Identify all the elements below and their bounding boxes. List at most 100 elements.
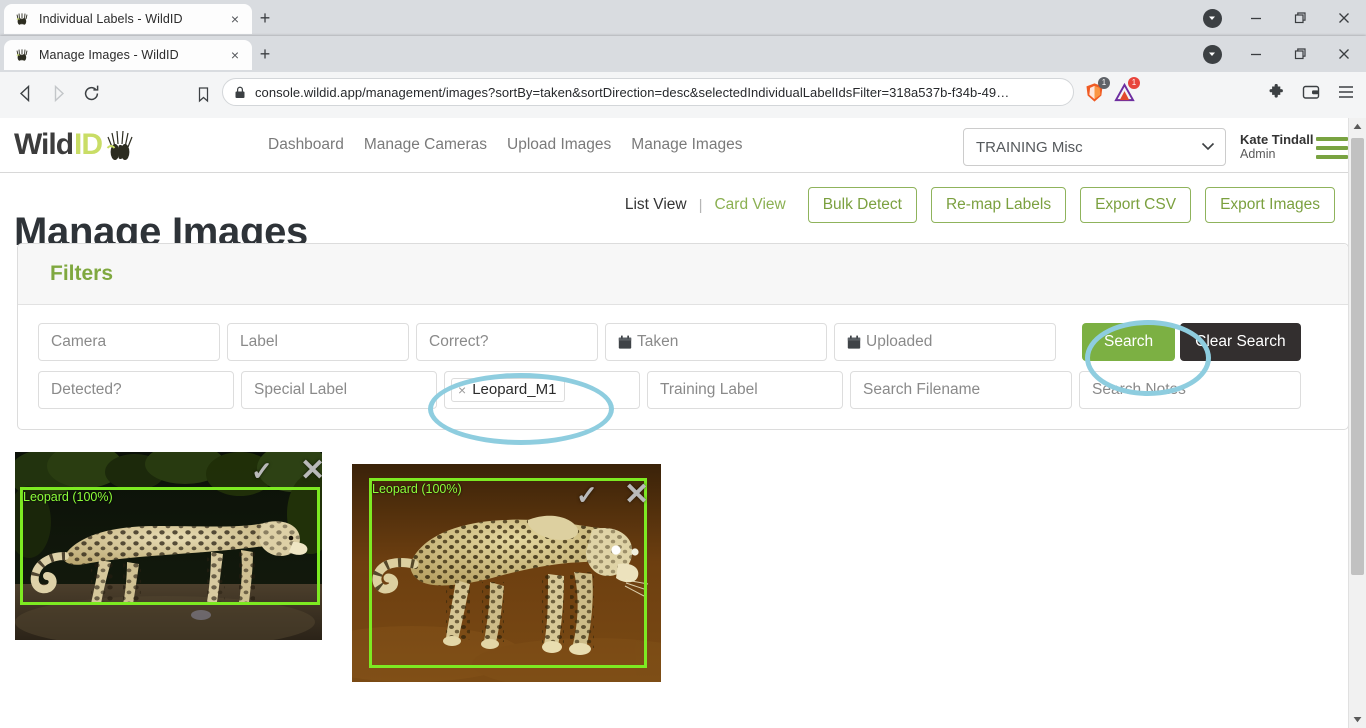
scrollbar-thumb[interactable]	[1351, 138, 1364, 575]
background-window-controls	[1190, 0, 1366, 36]
background-maximize-button[interactable]	[1278, 1, 1322, 35]
reject-detection-icon-1[interactable]: ✕	[300, 456, 322, 486]
confirm-detection-icon-2[interactable]: ✓	[576, 482, 598, 508]
chip-label: Leopard_M1	[472, 381, 557, 398]
thumbnail-2[interactable]: Leopard (100%) ✓ ✕	[352, 464, 661, 682]
re-map-labels-button[interactable]: Re-map Labels	[930, 187, 1067, 223]
filters-card: Filters Camera Label Correct? Taken Uplo…	[17, 243, 1349, 430]
scrollbar-down-arrow[interactable]	[1349, 711, 1366, 728]
label-filter-placeholder: Label	[240, 333, 278, 350]
url-bar[interactable]: console.wildid.app/management/images?sor…	[222, 78, 1074, 106]
new-tab-button[interactable]: +	[252, 41, 278, 67]
minimize-button[interactable]	[1234, 37, 1278, 71]
nav-manage-cameras[interactable]: Manage Cameras	[354, 136, 497, 154]
card-view-link[interactable]: Card View	[706, 196, 793, 214]
background-tab[interactable]: Individual Labels - WildID ×	[4, 4, 252, 34]
training-label-filter-placeholder: Training Label	[660, 381, 758, 398]
organization-select-value: TRAINING Misc	[976, 138, 1083, 156]
list-view-link[interactable]: List View	[617, 196, 695, 214]
filters-row-1: Camera Label Correct? Taken Uploaded Sea…	[38, 323, 1328, 361]
search-filename-filter[interactable]: Search Filename	[850, 371, 1072, 409]
background-close-button[interactable]	[1322, 1, 1366, 35]
detection-label-2: Leopard (100%)	[372, 482, 462, 496]
individual-label-filter[interactable]: × Leopard_M1	[444, 371, 640, 409]
background-new-tab-button[interactable]: +	[252, 5, 278, 31]
search-notes-filter[interactable]: Search Notes	[1079, 371, 1301, 409]
label-filter[interactable]: Label	[227, 323, 409, 361]
active-tab[interactable]: Manage Images - WildID ×	[4, 40, 252, 70]
confirm-detection-icon-1[interactable]: ✓	[251, 458, 273, 484]
site-header: Wild ID Dashboard Manage Cameras Upload …	[0, 118, 1366, 173]
user-block: Kate Tindall Admin	[1240, 132, 1313, 162]
close-button[interactable]	[1322, 37, 1366, 71]
forward-button	[43, 78, 73, 108]
wildid-favicon	[14, 47, 30, 63]
search-filename-placeholder: Search Filename	[863, 381, 981, 398]
uploaded-date-filter-placeholder: Uploaded	[866, 333, 933, 350]
clear-search-button[interactable]: Clear Search	[1180, 323, 1301, 361]
bulk-detect-button[interactable]: Bulk Detect	[807, 187, 917, 223]
nav-manage-images[interactable]: Manage Images	[621, 136, 752, 154]
page-actions: List View | Card View Bulk Detect Re-map…	[617, 187, 1335, 223]
export-csv-button[interactable]: Export CSV	[1080, 187, 1192, 223]
camera-filter-placeholder: Camera	[51, 333, 107, 350]
special-label-filter-placeholder: Special Label	[254, 381, 348, 398]
brave-shields-icon[interactable]: 1	[1082, 77, 1110, 104]
chevron-down-icon	[1201, 140, 1215, 154]
nav-upload-images[interactable]: Upload Images	[497, 136, 621, 154]
image-result-1[interactable]: Leopard (100%) ✓ ✕	[15, 452, 322, 640]
hamburger-menu-icon[interactable]	[1316, 137, 1348, 159]
hamburger-line	[1316, 155, 1348, 159]
taken-date-filter[interactable]: Taken	[605, 323, 827, 361]
reload-button[interactable]	[76, 78, 106, 108]
search-notes-placeholder: Search Notes	[1092, 381, 1186, 398]
individual-label-chip[interactable]: × Leopard_M1	[451, 378, 566, 402]
bookmark-icon[interactable]	[188, 79, 218, 109]
training-label-filter[interactable]: Training Label	[647, 371, 843, 409]
chip-remove-icon[interactable]: ×	[458, 382, 466, 398]
nav-dashboard[interactable]: Dashboard	[258, 136, 354, 154]
filters-header: Filters	[18, 244, 1348, 305]
taken-date-filter-placeholder: Taken	[637, 333, 679, 350]
title-row: Manage Images List View | Card View Bulk…	[14, 173, 1352, 254]
detected-filter-placeholder: Detected?	[51, 381, 122, 398]
extension-icons: 1 1	[1082, 77, 1140, 104]
wallet-icon[interactable]	[1297, 78, 1325, 106]
window-controls	[1190, 36, 1366, 72]
background-tab-strip: Individual Labels - WildID × +	[0, 0, 1366, 36]
thumbnail-1[interactable]: Leopard (100%) ✓ ✕	[15, 452, 322, 640]
download-button[interactable]	[1190, 37, 1234, 71]
logo-wild-text: Wild	[14, 128, 74, 161]
detected-filter[interactable]: Detected?	[38, 371, 234, 409]
back-button[interactable]	[10, 78, 40, 108]
filters-title: Filters	[50, 262, 114, 285]
user-role: Admin	[1240, 147, 1276, 161]
background-minimize-button[interactable]	[1234, 1, 1278, 35]
browser-menu-hamburger-icon[interactable]	[1332, 78, 1360, 106]
view-separator: |	[698, 196, 703, 214]
image-result-2[interactable]: Leopard (100%) ✓ ✕	[352, 464, 661, 682]
organization-select[interactable]: TRAINING Misc	[963, 128, 1226, 166]
reject-detection-icon-2[interactable]: ✕	[624, 480, 649, 510]
adblock-triangle-icon[interactable]: 1	[1112, 77, 1140, 104]
wildid-favicon	[14, 11, 30, 27]
hamburger-line	[1316, 137, 1348, 141]
camera-filter[interactable]: Camera	[38, 323, 220, 361]
user-name: Kate Tindall	[1240, 132, 1314, 147]
correct-filter[interactable]: Correct?	[416, 323, 598, 361]
uploaded-date-filter[interactable]: Uploaded	[834, 323, 1056, 361]
wildid-logo[interactable]: Wild ID	[14, 125, 140, 165]
special-label-filter[interactable]: Special Label	[241, 371, 437, 409]
page-vertical-scrollbar[interactable]	[1348, 118, 1366, 728]
background-download-button[interactable]	[1190, 1, 1234, 35]
scrollbar-up-arrow[interactable]	[1349, 118, 1366, 135]
filters-row-2: Detected? Special Label × Leopard_M1 Tra…	[38, 371, 1328, 409]
extensions-puzzle-icon[interactable]	[1262, 78, 1290, 106]
maximize-button[interactable]	[1278, 37, 1322, 71]
detection-bounding-box-1	[20, 487, 320, 605]
hamburger-line	[1316, 146, 1348, 150]
background-tab-close-icon[interactable]: ×	[226, 10, 244, 28]
search-button[interactable]: Search	[1082, 323, 1176, 361]
export-images-button[interactable]: Export Images	[1205, 187, 1335, 223]
tab-close-icon[interactable]: ×	[226, 46, 244, 64]
